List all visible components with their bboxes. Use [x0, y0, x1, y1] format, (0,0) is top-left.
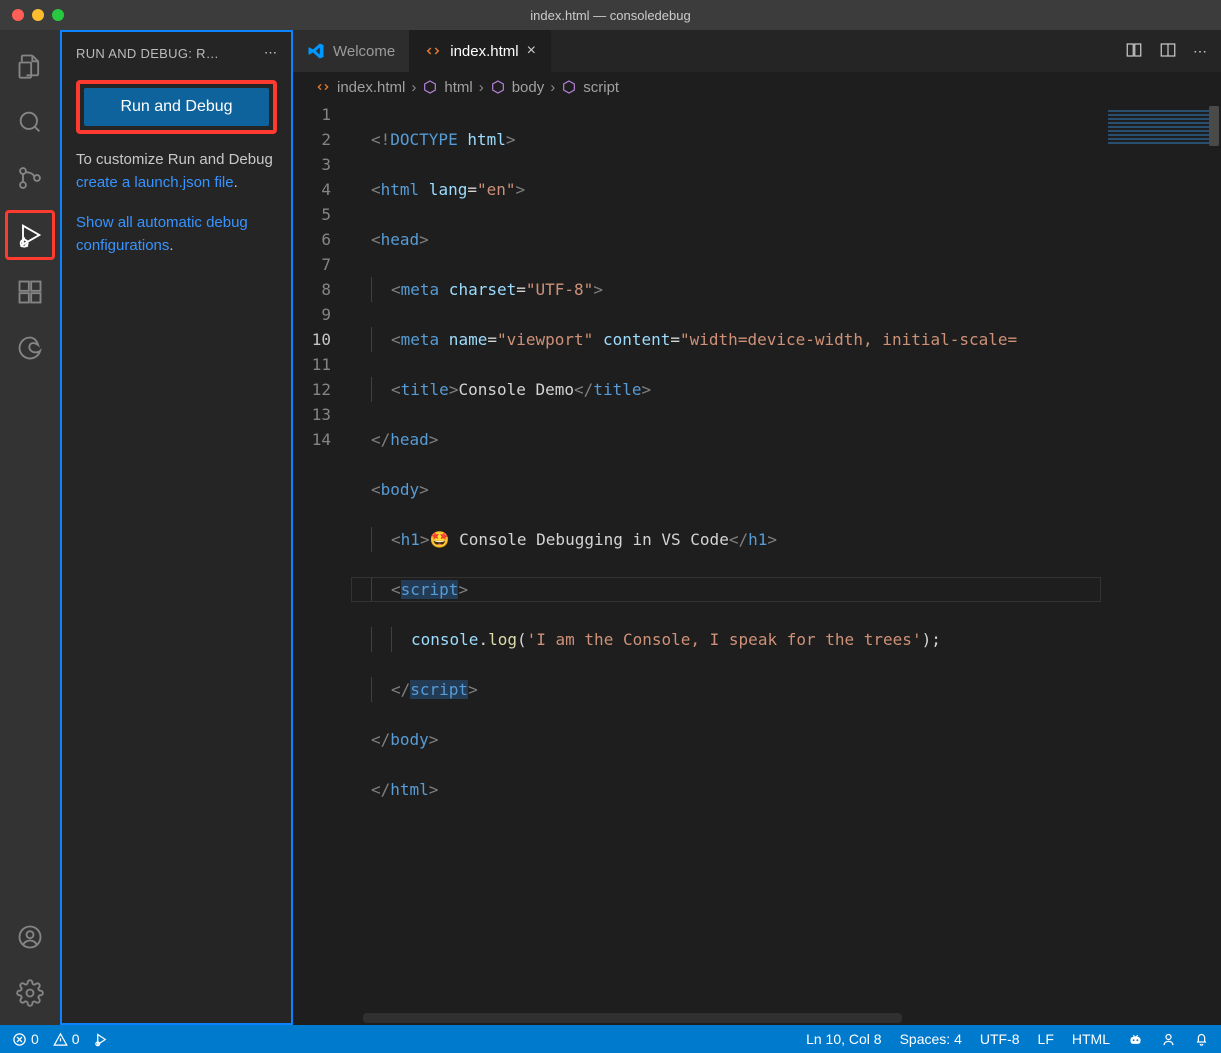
status-errors[interactable]: 0 [12, 1031, 39, 1047]
extensions-icon[interactable] [6, 268, 54, 316]
create-launch-json-link[interactable]: create a launch.json file [76, 174, 234, 191]
sidebar-title: RUN AND DEBUG: R… [76, 46, 264, 61]
maximize-window-icon[interactable] [52, 9, 64, 21]
tab-label: index.html [450, 43, 518, 60]
code-content[interactable]: <!DOCTYPE html> <html lang="en"> <head> … [351, 102, 1101, 1025]
breadcrumb-body[interactable]: body [512, 79, 545, 96]
breadcrumb-script[interactable]: script [583, 79, 619, 96]
chevron-right-icon: › [411, 79, 416, 96]
activity-bar [0, 30, 60, 1025]
sidebar-run-and-debug: RUN AND DEBUG: R… ⋯ Run and Debug To cus… [60, 30, 293, 1025]
editor-area: Welcome index.html × ⋯ index.html › html… [293, 30, 1221, 1025]
close-tab-icon[interactable]: × [527, 42, 536, 60]
settings-gear-icon[interactable] [6, 969, 54, 1017]
vscode-icon [307, 42, 325, 60]
search-icon[interactable] [6, 98, 54, 146]
split-editor-icon[interactable] [1159, 41, 1177, 62]
horizontal-scrollbar[interactable] [353, 1013, 1101, 1023]
status-encoding[interactable]: UTF-8 [980, 1031, 1020, 1047]
more-actions-icon[interactable]: ⋯ [1193, 43, 1207, 60]
chevron-right-icon: › [550, 79, 555, 96]
close-window-icon[interactable] [12, 9, 24, 21]
run-and-debug-highlight: Run and Debug [76, 80, 277, 134]
html-file-icon [424, 42, 442, 60]
line-numbers: 1234567891011121314 [293, 102, 351, 1025]
sidebar-more-icon[interactable]: ⋯ [264, 45, 277, 61]
status-language[interactable]: HTML [1072, 1031, 1110, 1047]
minimap-scrollbar[interactable] [1209, 106, 1219, 146]
breadcrumb-file[interactable]: index.html [337, 79, 405, 96]
symbol-icon [490, 79, 506, 95]
symbol-icon [561, 79, 577, 95]
explorer-icon[interactable] [6, 42, 54, 90]
symbol-icon [422, 79, 438, 95]
status-bar: 0 0 Ln 10, Col 8 Spaces: 4 UTF-8 LF HTML [0, 1025, 1221, 1053]
chevron-right-icon: › [479, 79, 484, 96]
status-debug-icon[interactable] [94, 1032, 109, 1047]
html-file-icon [315, 79, 331, 95]
run-and-debug-button[interactable]: Run and Debug [84, 88, 269, 126]
code-editor[interactable]: 1234567891011121314 <!DOCTYPE html> <htm… [293, 102, 1101, 1025]
tab-label: Welcome [333, 43, 395, 60]
window-title: index.html — consoledebug [0, 8, 1221, 23]
show-all-text: Show all automatic debug configurations. [76, 211, 277, 258]
copilot-icon[interactable] [1128, 1032, 1143, 1047]
notifications-icon[interactable] [1194, 1032, 1209, 1047]
minimap[interactable] [1101, 102, 1221, 1025]
breadcrumbs[interactable]: index.html › html › body › script [293, 72, 1221, 102]
titlebar: index.html — consoledebug [0, 0, 1221, 30]
window-controls [0, 9, 64, 21]
tab-bar: Welcome index.html × ⋯ [293, 30, 1221, 72]
status-spaces[interactable]: Spaces: 4 [900, 1031, 962, 1047]
status-cursor[interactable]: Ln 10, Col 8 [806, 1031, 882, 1047]
tab-index-html[interactable]: index.html × [410, 30, 551, 72]
breadcrumb-html[interactable]: html [444, 79, 472, 96]
feedback-icon[interactable] [1161, 1032, 1176, 1047]
run-and-debug-icon[interactable] [5, 210, 55, 260]
tab-welcome[interactable]: Welcome [293, 30, 410, 72]
show-all-configs-link[interactable]: Show all automatic debug configurations [76, 214, 248, 254]
status-eol[interactable]: LF [1038, 1031, 1054, 1047]
edge-icon[interactable] [6, 324, 54, 372]
accounts-icon[interactable] [6, 913, 54, 961]
diff-view-icon[interactable] [1125, 41, 1143, 62]
source-control-icon[interactable] [6, 154, 54, 202]
customize-text: To customize Run and Debug create a laun… [76, 148, 277, 195]
status-warnings[interactable]: 0 [53, 1031, 80, 1047]
minimize-window-icon[interactable] [32, 9, 44, 21]
